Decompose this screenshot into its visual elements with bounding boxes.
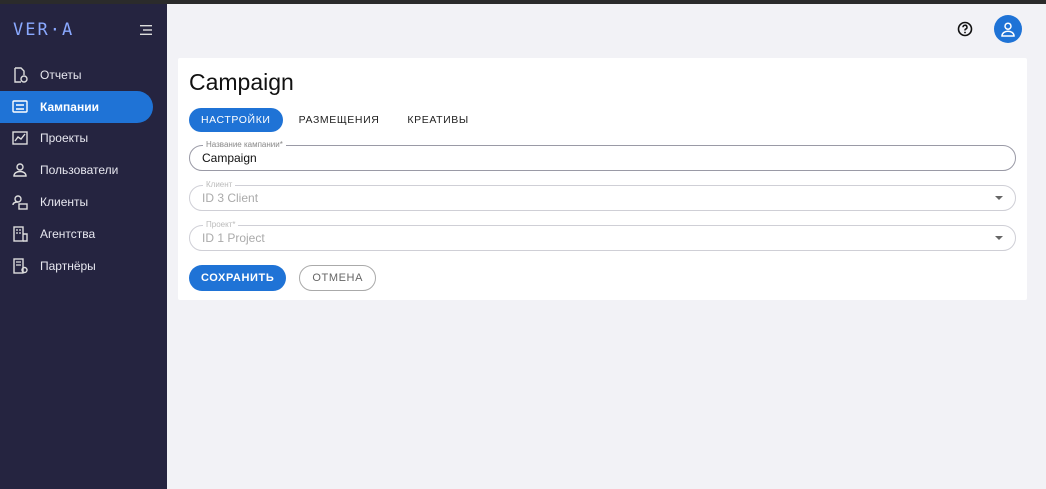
tab-placements[interactable]: РАЗМЕЩЕНИЯ	[287, 108, 392, 132]
main-content: Campaign НАСТРОЙКИ РАЗМЕЩЕНИЯ КРЕАТИВЫ Н…	[167, 4, 1046, 489]
sidebar-item-clients[interactable]: Клиенты	[0, 186, 153, 218]
chevron-down-icon[interactable]	[995, 196, 1003, 200]
sidebar-item-reports[interactable]: Отчеты	[0, 59, 153, 91]
chevron-down-icon[interactable]	[995, 236, 1003, 240]
tab-creatives[interactable]: КРЕАТИВЫ	[395, 108, 480, 132]
partner-icon	[12, 257, 28, 274]
sidebar-item-agencies[interactable]: Агентства	[0, 218, 153, 250]
sidebar-item-label: Отчеты	[40, 67, 82, 82]
report-icon	[12, 67, 28, 83]
logo-row: VER·A	[0, 4, 167, 56]
agency-icon	[12, 226, 28, 242]
client-icon	[12, 194, 28, 210]
project-value: ID 1 Project	[202, 231, 265, 245]
sidebar: VER·A Отчеты Кампании Проекты Пользовате…	[0, 4, 167, 489]
sidebar-item-users[interactable]: Пользователи	[0, 154, 153, 186]
sidebar-item-partners[interactable]: Партнёры	[0, 250, 153, 282]
campaign-name-label: Название кампании*	[203, 140, 286, 150]
project-select[interactable]: Проект* ID 1 Project	[189, 220, 1016, 251]
sidebar-nav: Отчеты Кампании Проекты Пользователи Кли…	[0, 59, 167, 282]
sidebar-item-label: Проекты	[40, 131, 89, 146]
client-value: ID 3 Client	[202, 191, 259, 205]
form-actions: СОХРАНИТЬ ОТМЕНА	[189, 265, 1016, 291]
project-label: Проект*	[203, 220, 239, 230]
client-select[interactable]: Клиент ID 3 Client	[189, 180, 1016, 211]
campaign-icon	[12, 99, 28, 115]
client-label: Клиент	[203, 180, 236, 190]
sidebar-item-label: Кампании	[40, 99, 99, 114]
user-icon	[1001, 21, 1015, 37]
tab-bar: НАСТРОЙКИ РАЗМЕЩЕНИЯ КРЕАТИВЫ	[189, 108, 1016, 132]
sidebar-item-label: Партнёры	[40, 258, 96, 273]
campaign-name-field[interactable]: Название кампании*	[189, 140, 1016, 171]
user-icon	[12, 162, 28, 178]
cancel-button[interactable]: ОТМЕНА	[299, 265, 376, 291]
logo: VER·A	[13, 20, 75, 40]
help-icon[interactable]	[953, 17, 977, 41]
campaign-name-input[interactable]	[202, 151, 1003, 165]
save-button[interactable]: СОХРАНИТЬ	[189, 265, 287, 291]
app-window: VER·A Отчеты Кампании Проекты Пользовате…	[0, 4, 1046, 489]
chart-icon	[12, 130, 28, 146]
top-bar	[167, 4, 1046, 54]
tab-settings[interactable]: НАСТРОЙКИ	[189, 108, 283, 132]
sidebar-item-campaigns[interactable]: Кампании	[0, 90, 153, 123]
sidebar-item-label: Клиенты	[40, 195, 89, 210]
sidebar-item-label: Пользователи	[40, 163, 119, 178]
campaign-card: Campaign НАСТРОЙКИ РАЗМЕЩЕНИЯ КРЕАТИВЫ Н…	[178, 58, 1027, 300]
menu-collapse-icon[interactable]	[137, 21, 155, 39]
sidebar-item-label: Агентства	[40, 226, 96, 241]
sidebar-item-projects[interactable]: Проекты	[0, 123, 153, 155]
page-title: Campaign	[189, 69, 294, 95]
avatar[interactable]	[994, 15, 1022, 43]
